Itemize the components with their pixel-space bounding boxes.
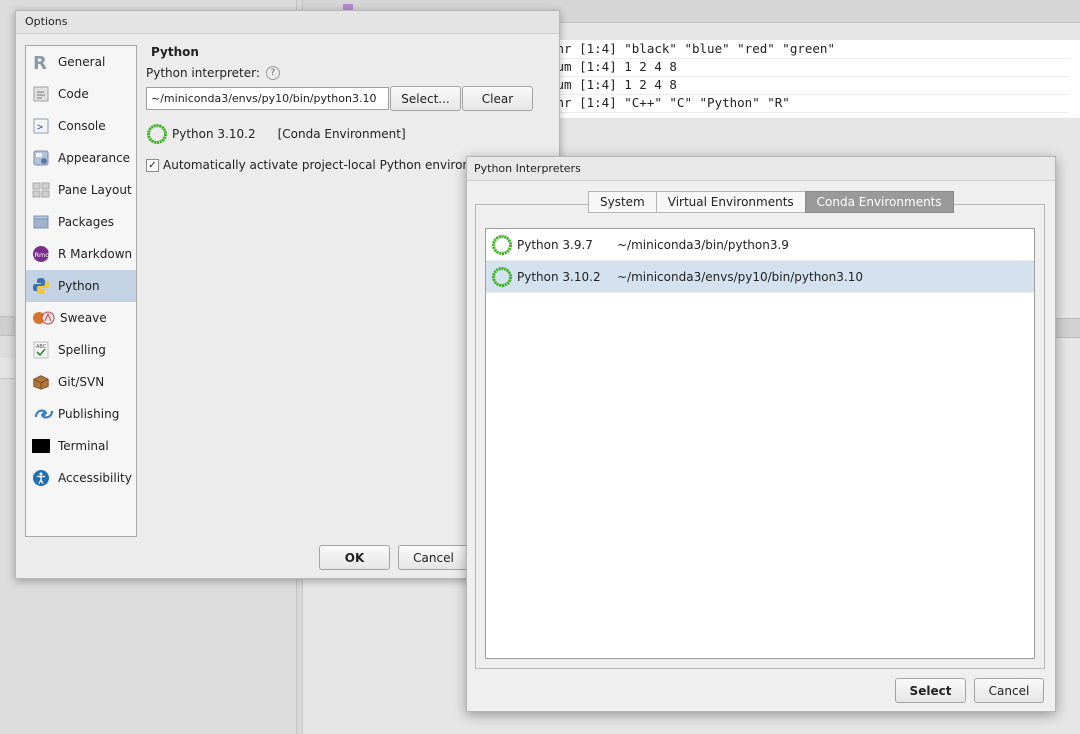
tab-system[interactable]: System [588,191,657,213]
nav-item-console[interactable]: > Console [26,110,136,142]
nav-label: Console [58,119,106,133]
cancel-button[interactable]: Cancel [974,678,1044,703]
interpreter-label-row: Python interpreter: ? [146,66,556,80]
options-nav: R General Code > Console Appearance Pane… [25,45,137,537]
nav-label: Python [58,279,100,293]
nav-label: R Markdown [58,247,133,261]
tab-conda-environments[interactable]: Conda Environments [804,191,954,213]
environment-name: Python 3.9.7 [517,237,593,252]
appearance-icon [32,149,50,167]
list-item[interactable]: Python 3.9.7 ~/miniconda3/bin/python3.9 [486,229,1034,261]
python-interpreters-dialog: Python Interpreters System Virtual Envir… [466,156,1056,712]
interpreters-titlebar[interactable]: Python Interpreters [467,157,1055,181]
nav-item-general[interactable]: R General [26,46,136,78]
help-icon[interactable]: ? [265,66,280,80]
nav-label: Publishing [58,407,120,421]
options-titlebar[interactable]: Options [16,11,559,34]
nav-item-git-svn[interactable]: Git/SVN [26,366,136,398]
conda-icon [492,266,512,287]
console-line: chr [1:4] "C++" "C" "Python" "R" [549,94,1069,113]
environment-type: [Conda Environment] [277,127,406,141]
nav-label: Packages [58,215,114,229]
nav-item-appearance[interactable]: Appearance [26,142,136,174]
nav-label: Terminal [58,439,109,453]
clear-button[interactable]: Clear [462,86,533,111]
select-interpreter-button[interactable]: Select... [390,86,461,111]
svg-text:Rmd: Rmd [35,251,50,259]
packages-icon [32,213,50,231]
rmarkdown-icon: Rmd [32,245,50,263]
sweave-icon [32,309,58,327]
nav-label: Sweave [60,311,107,325]
select-button[interactable]: Select [895,678,966,703]
environment-name: Python 3.10.2 [517,269,601,284]
tab-virtual-environments[interactable]: Virtual Environments [655,191,806,213]
nav-item-r-markdown[interactable]: Rmd R Markdown [26,238,136,270]
nav-label: Spelling [58,343,106,357]
git-icon [32,373,50,391]
nav-item-pane-layout[interactable]: Pane Layout [26,174,136,206]
environment-path: ~/miniconda3/bin/python3.9 [617,237,789,252]
auto-activate-checkbox[interactable]: ✓ [146,158,159,172]
nav-item-sweave[interactable]: Sweave [26,302,136,334]
auto-activate-label[interactable]: Automatically activate project-local Pyt… [163,158,508,172]
cancel-button[interactable]: Cancel [398,545,469,570]
nav-item-python[interactable]: Python [26,270,136,302]
interpreter-row: ~/miniconda3/envs/py10/bin/python3.10 Se… [146,86,556,111]
nav-item-code[interactable]: Code [26,78,136,110]
code-icon [32,85,50,103]
nav-item-spelling[interactable]: ABC Spelling [26,334,136,366]
list-item[interactable]: Python 3.10.2 ~/miniconda3/envs/py10/bin… [486,261,1034,293]
console-line: chr [1:4] "black" "blue" "red" "green" [549,40,1069,59]
nav-label: Code [58,87,89,101]
console-line: num [1:4] 1 2 4 8 [549,58,1069,77]
environment-list: Python 3.9.7 ~/miniconda3/bin/python3.9 … [485,228,1035,659]
python-settings-pane: Python Python interpreter: ? ~/miniconda… [146,45,556,172]
python-version: Python 3.10.2 [172,127,256,141]
svg-text:ABC: ABC [36,344,47,350]
nav-label: Accessibility [58,471,132,485]
publishing-icon [32,405,56,423]
ok-button[interactable]: OK [319,545,390,570]
nav-item-publishing[interactable]: Publishing [26,398,136,430]
nav-label: General [58,55,106,69]
python-icon [32,277,50,295]
r-logo-icon: R [32,53,50,71]
conda-icon [492,234,512,255]
python-version-row: Python 3.10.2 [Conda Environment] [146,123,556,145]
pane-layout-icon [32,181,50,199]
nav-item-terminal[interactable]: Terminal [26,430,136,462]
spelling-icon: ABC [32,341,50,359]
svg-text:R: R [33,53,47,71]
nav-item-packages[interactable]: Packages [26,206,136,238]
nav-label: Appearance [58,151,131,165]
interpreter-path-field[interactable]: ~/miniconda3/envs/py10/bin/python3.10 [146,87,389,110]
nav-item-accessibility[interactable]: Accessibility [26,462,136,494]
nav-label: Pane Layout [58,183,132,197]
console-line: num [1:4] 1 2 4 8 [549,76,1069,95]
section-title: Python [151,45,199,59]
conda-icon [147,124,167,144]
interpreter-label: Python interpreter: [146,66,260,80]
interpreter-tabs: System Virtual Environments Conda Enviro… [588,191,954,213]
console-icon: > [32,117,50,135]
environment-path: ~/miniconda3/envs/py10/bin/python3.10 [617,269,863,284]
accessibility-icon [32,469,50,487]
svg-text:>: > [37,122,43,133]
terminal-icon [32,437,50,455]
nav-label: Git/SVN [58,375,105,389]
